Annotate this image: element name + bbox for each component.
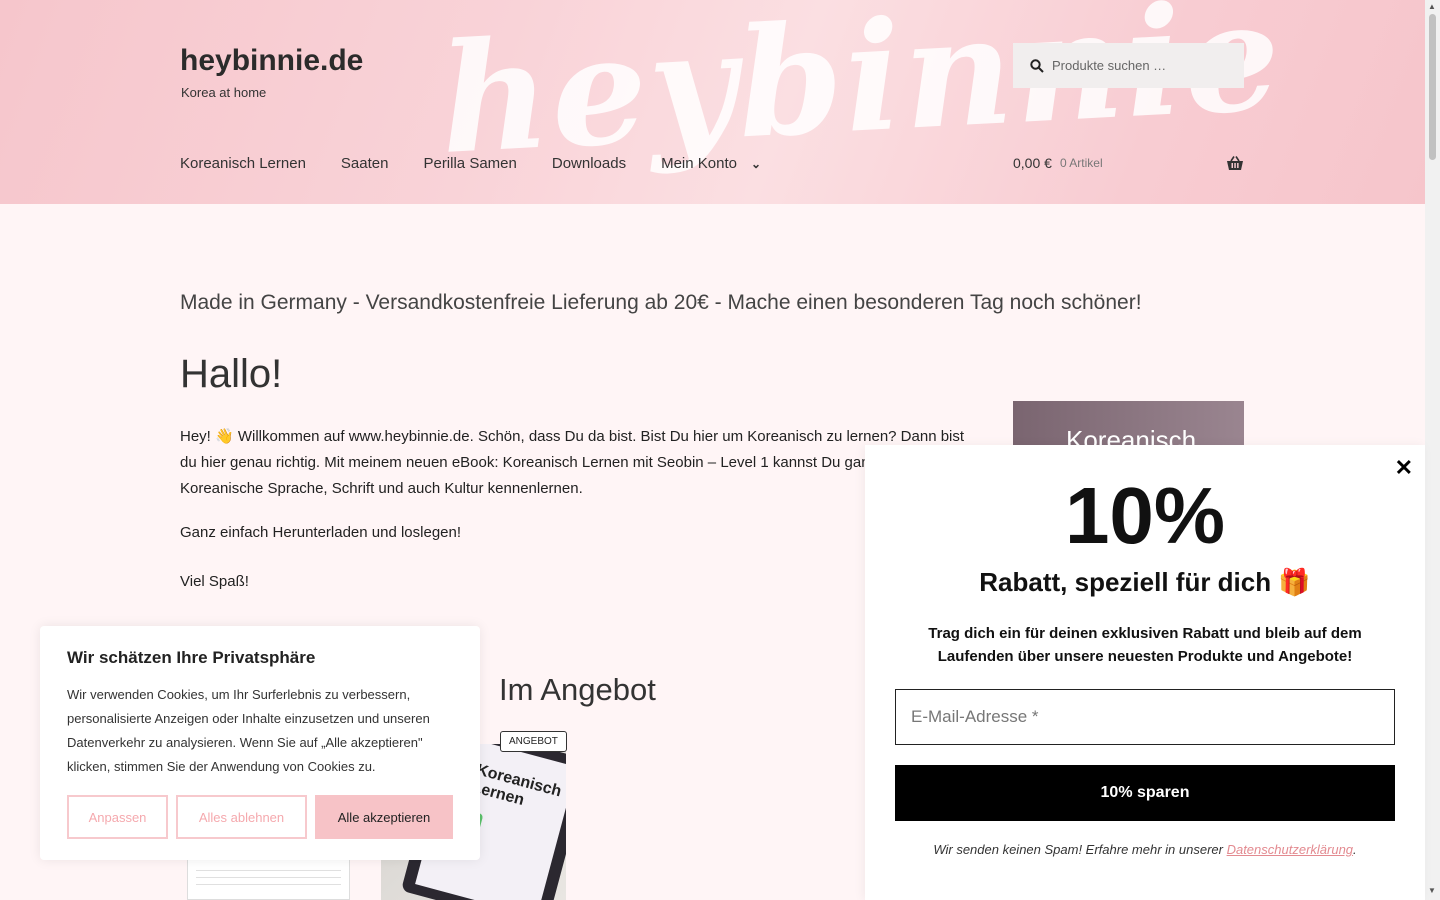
nav-perilla-samen[interactable]: Perilla Samen	[423, 155, 516, 172]
discount-percent: 10%	[1064, 471, 1226, 560]
nav-koreanisch-lernen[interactable]: Koreanisch Lernen	[180, 155, 306, 172]
product-search[interactable]	[1013, 43, 1244, 88]
cookie-banner: Wir schätzen Ihre Privatsphäre Wir verwe…	[40, 626, 480, 860]
discount-popup: ✕ 10% Rabatt, speziell für dich 🎁 Trag d…	[865, 445, 1425, 900]
sidebar-product-image[interactable]: Koreanisch	[1013, 401, 1244, 451]
search-icon	[1030, 58, 1044, 73]
popup-footnote-text: Wir senden keinen Spam! Erfahre mehr in …	[933, 842, 1227, 857]
section-title-on-sale: Im Angebot	[499, 672, 656, 707]
nav-saaten[interactable]: Saaten	[341, 155, 389, 172]
site-tagline: Korea at home	[181, 85, 267, 100]
chevron-down-icon[interactable]: ⌄	[751, 157, 761, 171]
popup-footnote-end: .	[1353, 842, 1357, 857]
scroll-up-icon[interactable]: ▲	[1428, 2, 1436, 11]
product-image-vocab-sheet[interactable]	[187, 855, 350, 900]
store-notice: Made in Germany - Versandkostenfreie Lie…	[180, 291, 1142, 314]
cookie-accept-button[interactable]: Alle akzeptieren	[315, 795, 453, 839]
header-cart[interactable]: 0,00 € 0 Artikel	[1013, 155, 1244, 171]
popup-footnote: Wir senden keinen Spam! Erfahre mehr in …	[865, 842, 1425, 857]
nav-downloads[interactable]: Downloads	[552, 155, 626, 172]
main-nav: Koreanisch Lernen Saaten Perilla Samen D…	[180, 155, 796, 172]
cookie-reject-button[interactable]: Alles ablehnen	[176, 795, 307, 839]
paragraph-download: Ganz einfach Herunterladen und loslegen!	[180, 524, 462, 541]
ebook-cover-title: Koreanisch Lernen	[469, 761, 564, 810]
cookie-customize-button[interactable]: Anpassen	[67, 795, 168, 839]
nav-mein-konto[interactable]: Mein Konto ⌄	[661, 155, 761, 172]
page-title: Hallo!	[180, 352, 283, 396]
product-sheet-lines	[196, 864, 341, 891]
cookie-title: Wir schätzen Ihre Privatsphäre	[67, 648, 316, 667]
basket-icon[interactable]	[1226, 155, 1244, 171]
cookie-text: Wir verwenden Cookies, um Ihr Surferlebn…	[67, 687, 430, 774]
intro-text: Hey! 👋 Willkommen auf www.heybinnie.de. …	[180, 428, 965, 497]
scroll-down-icon[interactable]: ▼	[1428, 886, 1436, 895]
cart-amount: 0,00 €	[1013, 155, 1052, 171]
scrollbar[interactable]: ▲ ▼	[1425, 0, 1440, 900]
site-title[interactable]: heybinnie.de	[180, 44, 363, 78]
cart-count: 0 Artikel	[1059, 156, 1103, 170]
sale-badge: ANGEBOT	[500, 731, 567, 752]
scrollbar-thumb[interactable]	[1429, 14, 1436, 160]
paragraph-fun: Viel Spaß!	[180, 573, 249, 590]
save-discount-button[interactable]: 10% sparen	[895, 765, 1395, 821]
privacy-policy-link[interactable]: Datenschutzerklärung	[1227, 842, 1353, 857]
discount-description: Trag dich ein für deinen exklusiven Raba…	[928, 625, 1362, 665]
discount-subtitle: Rabatt, speziell für dich 🎁	[979, 567, 1311, 597]
email-field[interactable]	[895, 689, 1395, 745]
nav-mein-konto-label: Mein Konto	[661, 155, 737, 172]
search-input[interactable]	[1052, 58, 1232, 73]
site-header: heybinnie heybinnie.de Korea at home Kor…	[0, 0, 1425, 204]
